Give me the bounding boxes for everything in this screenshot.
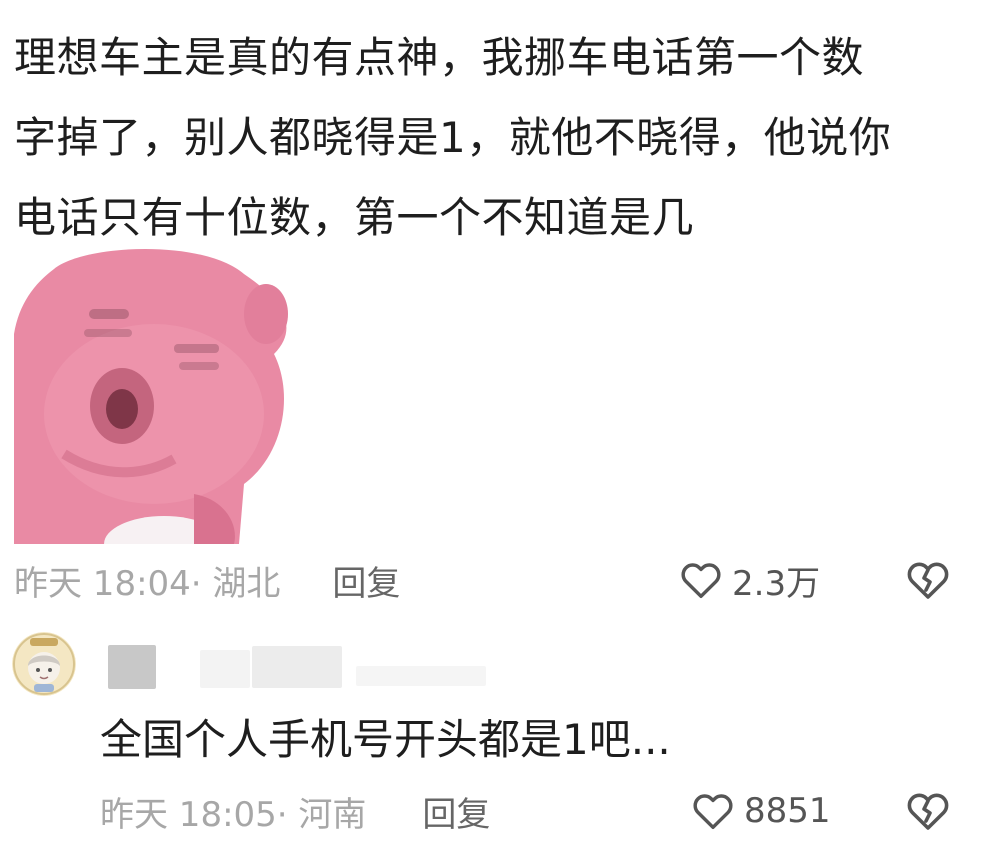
comment-text: 理想车主是真的有点神，我挪车电话第一个数 字掉了，别人都晓得是1，就他不晓得，他… (14, 18, 974, 258)
comment-line: 字掉了，别人都晓得是1，就他不晓得，他说你 (14, 113, 892, 162)
reply-button[interactable]: 回复 (332, 556, 400, 605)
like-button[interactable]: 2.3万 (678, 552, 820, 608)
broken-heart-icon[interactable] (904, 787, 952, 835)
comment-time-location: 昨天 18:04· 湖北 (14, 563, 281, 604)
reply-text: 全国个人手机号开头都是1吧... (100, 715, 671, 764)
reply-meta: 昨天 18:05· 河南 回复 (100, 783, 490, 839)
redacted-block (356, 666, 486, 686)
comment-meta: 昨天 18:04· 湖北 回复 (14, 552, 400, 608)
comment-line: 理想车主是真的有点神，我挪车电话第一个数 (14, 33, 865, 82)
redacted-block (252, 646, 342, 688)
like-button[interactable]: 8851 (690, 783, 831, 839)
heart-outline-icon (693, 794, 733, 830)
reply-button[interactable]: 回复 (422, 787, 490, 836)
redacted-block (200, 650, 250, 688)
like-count: 8851 (744, 791, 831, 831)
redacted-username (108, 645, 156, 689)
pink-cartoon-sticker (14, 249, 288, 544)
reply-time-location: 昨天 18:05· 河南 (100, 794, 367, 835)
broken-heart-icon[interactable] (904, 556, 952, 604)
heart-outline-icon (681, 563, 721, 599)
user-avatar[interactable] (12, 632, 76, 696)
like-count: 2.3万 (732, 563, 821, 604)
